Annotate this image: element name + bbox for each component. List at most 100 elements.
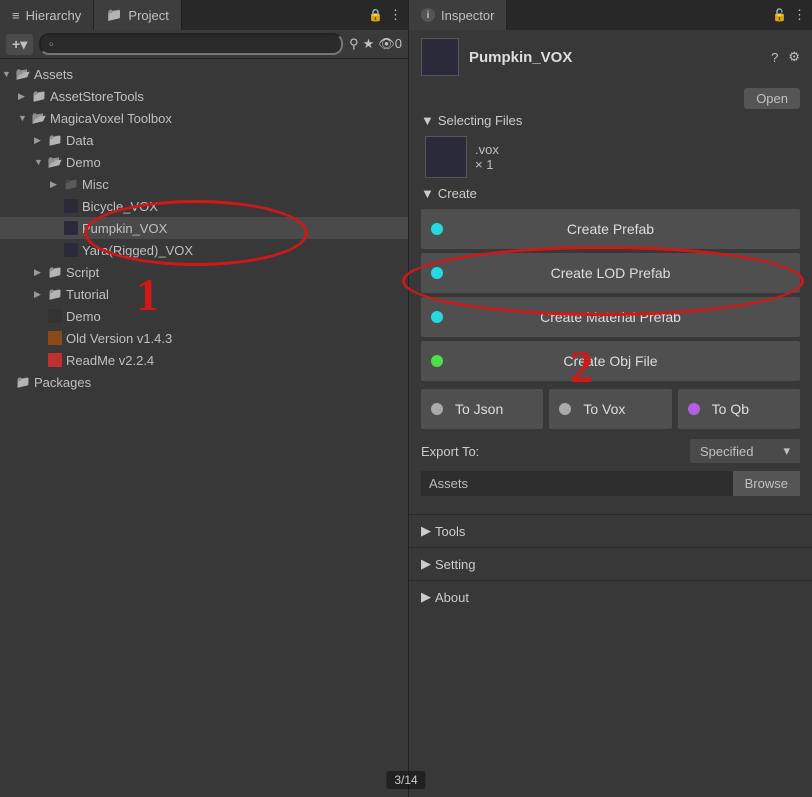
- expand-arrow-icon[interactable]: ▼: [18, 113, 28, 123]
- tab-label: Project: [128, 8, 168, 23]
- vox-icon: [64, 199, 78, 213]
- expand-arrow-icon[interactable]: ▼: [34, 157, 44, 167]
- tab-label: Inspector: [441, 8, 494, 23]
- tree-item-yara-rigged-vox[interactable]: Yara(Rigged)_VOX: [0, 239, 408, 261]
- page-indicator: 3/14: [386, 771, 425, 789]
- project-toolbar: +▾ ⚲ ★ 👁0: [0, 30, 408, 59]
- tree-item-label: AssetStoreTools: [50, 89, 144, 104]
- selected-file: .vox × 1: [409, 132, 812, 182]
- tree-item-readme-v2-2-4[interactable]: ReadMe v2.2.4: [0, 349, 408, 371]
- tree-item-packages[interactable]: Packages: [0, 371, 408, 393]
- section-tools[interactable]: ▶Tools: [409, 514, 812, 547]
- tree-item-old-version-v1-4-3[interactable]: Old Version v1.4.3: [0, 327, 408, 349]
- tree-item-label: Old Version v1.4.3: [66, 331, 172, 346]
- tree-item-tutorial[interactable]: ▶Tutorial: [0, 283, 408, 305]
- tree-item-label: Data: [66, 133, 93, 148]
- section-selecting-files[interactable]: ▼Selecting Files: [409, 109, 812, 132]
- vox-icon: [64, 221, 78, 235]
- create-obj-file-button[interactable]: Create Obj File: [421, 341, 800, 381]
- asset-name: Pumpkin_VOX: [469, 49, 761, 66]
- tree-item-label: ReadMe v2.2.4: [66, 353, 154, 368]
- status-dot-icon: [431, 223, 443, 235]
- expand-arrow-icon[interactable]: ▶: [34, 135, 44, 146]
- status-dot-icon: [431, 267, 443, 279]
- left-tabs: ≡ Hierarchy Project 🔒 ⋮: [0, 0, 408, 30]
- search-input[interactable]: [39, 33, 343, 55]
- favorite-icon[interactable]: ★: [363, 36, 375, 52]
- tree-item-assetstoretools[interactable]: ▶ AssetStoreTools: [0, 85, 408, 107]
- to-qb-button[interactable]: To Qb: [678, 389, 800, 429]
- lock-icon[interactable]: 🔒: [368, 8, 383, 22]
- tree-item-label: Pumpkin_VOX: [82, 221, 167, 236]
- folder-icon: [32, 89, 46, 103]
- export-path-row: Assets Browse: [421, 471, 800, 496]
- status-dot-icon: [559, 403, 571, 415]
- tree-item-label: Bicycle_VOX: [82, 199, 158, 214]
- button-label: To Qb: [712, 401, 749, 417]
- lock-icon[interactable]: 🔓: [772, 8, 787, 22]
- tree-item-label: Yara(Rigged)_VOX: [82, 243, 193, 258]
- create-prefab-button[interactable]: Create Prefab: [421, 209, 800, 249]
- visibility-icon[interactable]: 👁0: [378, 36, 402, 52]
- inspector-title: Pumpkin_VOX ? ⚙: [409, 30, 812, 84]
- tree-item-data[interactable]: ▶ Data: [0, 129, 408, 151]
- export-dropdown[interactable]: Specified▾: [690, 439, 800, 463]
- add-button[interactable]: +▾: [6, 34, 33, 55]
- button-label: To Json: [455, 401, 503, 417]
- folder-icon: [106, 7, 122, 23]
- export-row: Export To: Specified▾: [409, 433, 812, 469]
- toolbar-icons: ⚲ ★ 👁0: [349, 36, 402, 52]
- tree-item-script[interactable]: ▶Script: [0, 261, 408, 283]
- export-label: Export To:: [421, 444, 682, 459]
- file-ext: .vox: [475, 142, 499, 157]
- inspector-panel: i Inspector 🔓 ⋮ Pumpkin_VOX ? ⚙ Open ▼Se…: [409, 0, 812, 797]
- expand-arrow-icon[interactable]: ▶: [18, 91, 28, 102]
- settings-icon[interactable]: ⚙: [788, 49, 800, 65]
- menu-icon[interactable]: ⋮: [787, 7, 812, 23]
- create-material-prefab-button[interactable]: Create Material Prefab: [421, 297, 800, 337]
- file-thumbnail-icon: [425, 136, 467, 178]
- tab-hierarchy[interactable]: ≡ Hierarchy: [0, 0, 94, 30]
- section-about[interactable]: ▶About: [409, 580, 812, 613]
- browse-button[interactable]: Browse: [733, 471, 800, 496]
- tree-item-demo[interactable]: Demo: [0, 305, 408, 327]
- open-button[interactable]: Open: [744, 88, 800, 109]
- folder-icon: [16, 375, 30, 389]
- folder-dark-icon: [64, 177, 78, 191]
- menu-icon[interactable]: ⋮: [383, 7, 408, 23]
- asset-tree: ▼Assets ▶ AssetStoreTools ▼MagicaVoxel Tool…: [0, 59, 408, 797]
- button-label: Create Material Prefab: [540, 309, 681, 325]
- expand-arrow-icon[interactable]: ▶: [34, 267, 44, 278]
- button-label: Create Prefab: [567, 221, 654, 237]
- tree-item-label: Demo: [66, 155, 101, 170]
- tree-item-label: Misc: [82, 177, 109, 192]
- zip-icon: [48, 331, 62, 345]
- chevron-down-icon: ▾: [783, 443, 790, 459]
- expand-arrow-icon[interactable]: ▼: [2, 69, 12, 79]
- create-lod-prefab-button[interactable]: Create LOD Prefab: [421, 253, 800, 293]
- pdf-icon: [48, 353, 62, 367]
- to-json-button[interactable]: To Json: [421, 389, 543, 429]
- status-dot-icon: [431, 311, 443, 323]
- button-label: Create Obj File: [563, 353, 657, 369]
- tab-project[interactable]: Project: [94, 0, 182, 30]
- tree-item-demo[interactable]: ▼ Demo: [0, 151, 408, 173]
- expand-arrow-icon[interactable]: ▶: [34, 289, 44, 300]
- tree-item-label: Demo: [66, 309, 101, 324]
- folder-icon: [48, 133, 62, 147]
- status-dot-icon: [431, 355, 443, 367]
- section-setting[interactable]: ▶Setting: [409, 547, 812, 580]
- filter-icon[interactable]: ⚲: [349, 36, 359, 52]
- tree-item-label: Packages: [34, 375, 91, 390]
- to-vox-button[interactable]: To Vox: [549, 389, 671, 429]
- section-create[interactable]: ▼Create: [409, 182, 812, 205]
- tree-item-pumpkin-vox[interactable]: Pumpkin_VOX: [0, 217, 408, 239]
- folder-open-icon: [48, 155, 62, 169]
- tree-item-assets[interactable]: ▼Assets: [0, 63, 408, 85]
- tree-item-misc[interactable]: ▶ Misc: [0, 173, 408, 195]
- expand-arrow-icon[interactable]: ▶: [50, 179, 60, 190]
- tree-item-bicycle-vox[interactable]: Bicycle_VOX: [0, 195, 408, 217]
- tree-item-magicavoxel-toolbox[interactable]: ▼MagicaVoxel Toolbox: [0, 107, 408, 129]
- help-icon[interactable]: ?: [771, 50, 778, 65]
- tab-inspector[interactable]: i Inspector: [409, 0, 507, 30]
